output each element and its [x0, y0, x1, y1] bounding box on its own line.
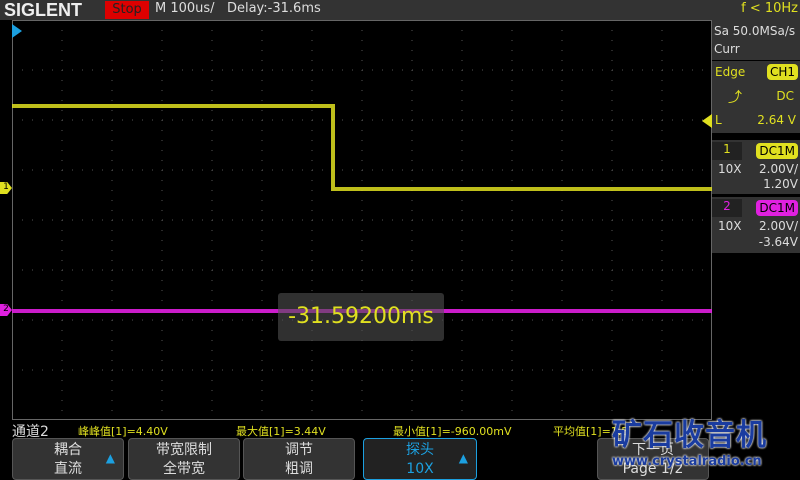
brand-logo: SIGLENT	[4, 0, 83, 20]
timebase-readout[interactable]: M 100us/ Delay:-31.6ms	[155, 1, 321, 16]
waveform-display	[12, 20, 712, 420]
trigger-panel[interactable]: Edge CH1 ⤴ DC L 2.64 V	[712, 61, 800, 133]
watermark-logo: 矿石收音机 www.crystalradio.cn	[612, 418, 767, 469]
ch1-offset-marker[interactable]: 1	[0, 182, 12, 194]
trigger-level-marker-icon[interactable]	[702, 114, 712, 128]
run-stop-badge[interactable]: Stop	[105, 1, 149, 19]
trigger-level: 2.64 V	[757, 113, 796, 127]
cursor-readout: -31.59200ms	[278, 293, 444, 341]
softkey-probe[interactable]: 探头 10X ▲	[363, 438, 477, 480]
ch1-offset: 1.20V	[763, 177, 798, 191]
softkey-value: 全带宽	[163, 461, 205, 477]
softkey-adjust[interactable]: 调节 粗调	[243, 438, 355, 480]
softkey-title: 调节	[285, 442, 313, 458]
ch2-number: 2	[712, 199, 742, 217]
delay: Delay:-31.6ms	[226, 1, 321, 16]
trigger-source: CH1	[766, 64, 798, 80]
ch1-probe: 10X	[718, 162, 742, 176]
ch1-trace	[12, 104, 712, 191]
frequency-counter: f < 10Hz	[741, 1, 798, 16]
ch1-scale: 2.00V/	[759, 162, 798, 176]
ch2-scale: 2.00V/	[759, 219, 798, 233]
measurement-item: 最小值[1]=-960.00mV	[393, 425, 512, 438]
trigger-level-label: L	[715, 113, 722, 127]
ch2-panel[interactable]: 2 DC1M 10X 2.00V/ -3.64V	[712, 197, 800, 253]
info-panel: Sa 50.0MSa/s Curr 3.50Mpts Edge CH1 ⤴ DC…	[712, 20, 800, 420]
trigger-position-marker-icon[interactable]	[12, 24, 22, 38]
softkey-title: 带宽限制	[156, 442, 212, 458]
softkey-value: 粗调	[285, 461, 313, 477]
arrow-up-icon: ▲	[105, 451, 115, 465]
ch1-panel[interactable]: 1 DC1M 10X 2.00V/ 1.20V	[712, 140, 800, 194]
rising-edge-icon: ⤴	[728, 90, 742, 106]
timebase: M 100us/	[155, 1, 215, 16]
ch2-offset: -3.64V	[758, 235, 798, 249]
ch2-coupling: DC1M	[756, 200, 798, 216]
trigger-type: Edge	[715, 65, 746, 79]
ch1-number: 1	[712, 142, 742, 160]
ch1-coupling: DC1M	[756, 143, 798, 159]
measurement-item: 峰峰值[1]=4.40V	[78, 425, 168, 438]
sample-rate: Sa 50.0MSa/s	[714, 24, 796, 38]
ch2-probe: 10X	[718, 219, 742, 233]
softkey-coupling[interactable]: 耦合 直流 ▲	[12, 438, 124, 480]
arrow-up-icon: ▲	[458, 451, 468, 465]
trigger-coupling: DC	[776, 89, 794, 103]
ch2-offset-marker[interactable]: 2	[0, 304, 12, 316]
status-bar: SIGLENT Stop M 100us/ Delay:-31.6ms f < …	[0, 0, 800, 20]
measurement-item: 最大值[1]=3.44V	[236, 425, 326, 438]
softkey-bandwidth-limit[interactable]: 带宽限制 全带宽	[128, 438, 240, 480]
